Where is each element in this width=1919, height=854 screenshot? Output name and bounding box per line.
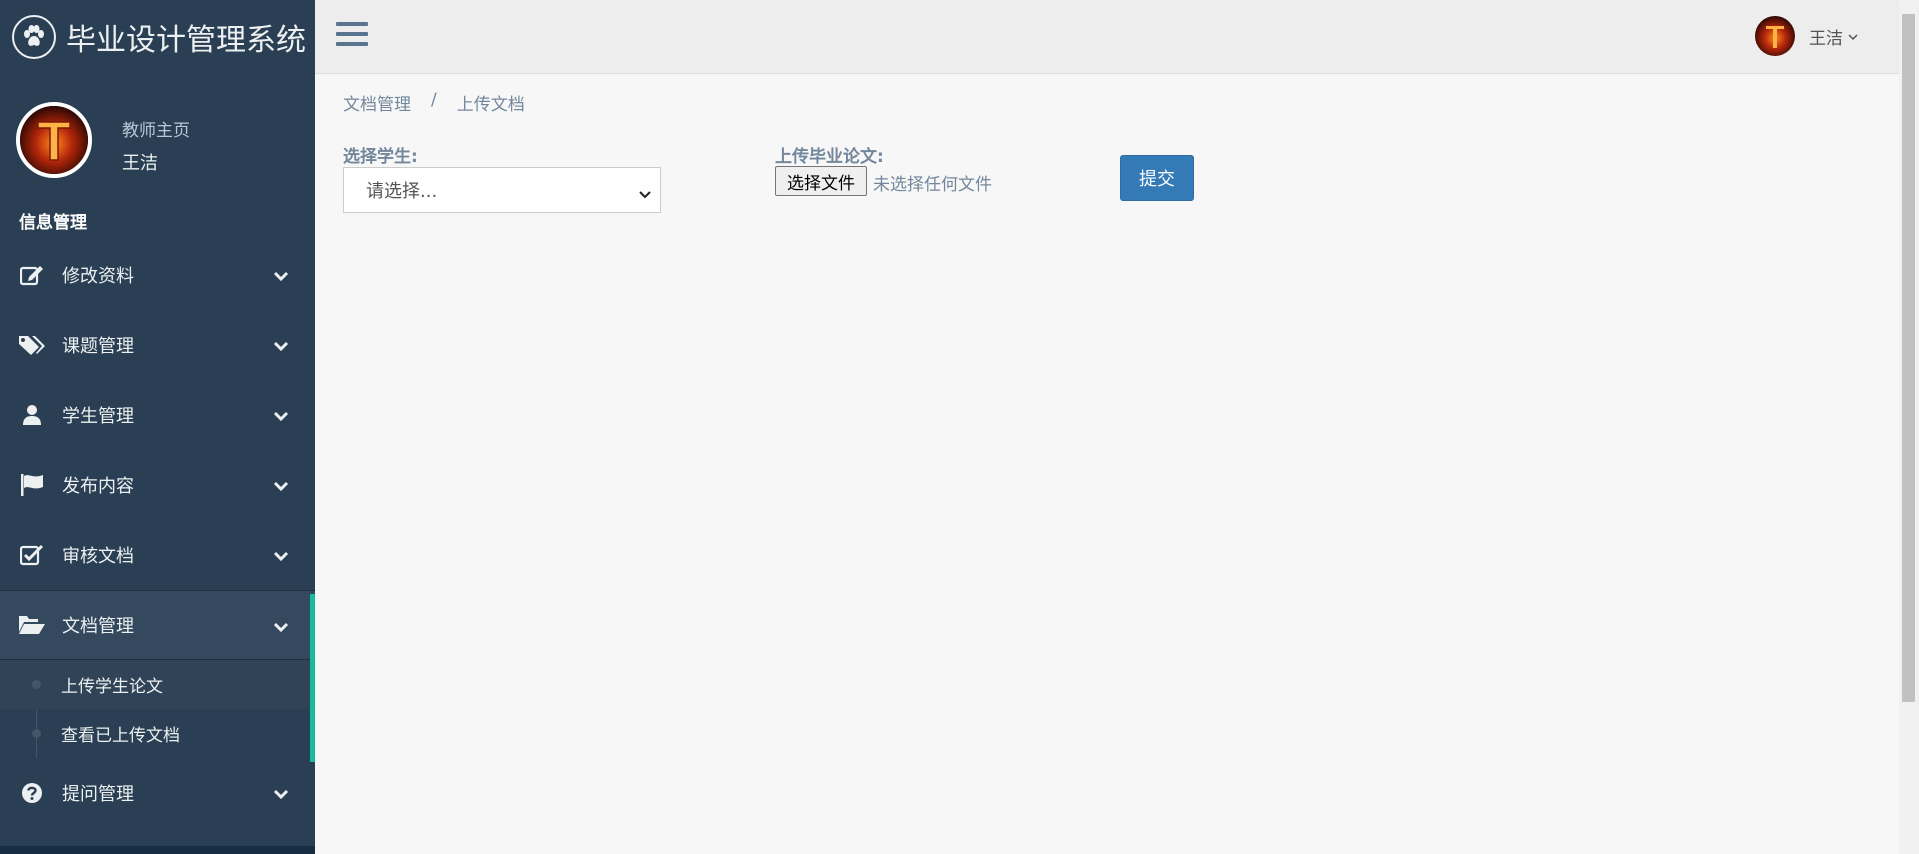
page-scrollbar[interactable]	[1899, 0, 1919, 854]
breadcrumb: 文档管理 / 上传文档	[343, 90, 525, 115]
chevron-down-icon	[273, 337, 289, 356]
breadcrumb-item-upload: 上传文档	[456, 95, 525, 115]
sidebar-item-questions[interactable]: 提问管理	[0, 758, 315, 828]
top-navbar: 王洁	[315, 0, 1899, 74]
check-square-icon	[18, 544, 46, 566]
sidebar-item-documents[interactable]: 文档管理	[0, 590, 315, 660]
sidebar-menu: 修改资料 课题管理 学生管理 发布内容 审核文档 文档管理 上传学生论文 查看已…	[0, 240, 315, 828]
sidebar-item-label: 修改资料	[62, 266, 134, 287]
submenu-item-label: 上传学生论文	[61, 677, 163, 697]
user-name: 王洁	[1809, 28, 1843, 49]
sidebar-item-label: 学生管理	[62, 406, 134, 427]
avatar	[16, 102, 92, 178]
thesis-upload-label: 上传毕业论文:	[775, 147, 884, 167]
submit-button[interactable]: 提交	[1120, 155, 1194, 201]
sidebar-item-label: 提问管理	[62, 784, 134, 805]
folder-open-icon	[18, 614, 46, 636]
sidebar-item-label: 发布内容	[62, 476, 134, 497]
student-select-label: 选择学生:	[343, 147, 418, 167]
choose-file-button[interactable]: 选择文件	[775, 166, 867, 196]
bullet-dot-icon	[32, 729, 41, 738]
app-title: 毕业设计管理系统	[66, 23, 306, 58]
user-menu[interactable]: 王洁	[1755, 16, 1859, 56]
chevron-down-icon	[273, 618, 289, 637]
sidebar-footer	[0, 846, 315, 854]
paw-icon	[12, 15, 56, 59]
bullet-dot-icon	[32, 680, 41, 689]
sidebar: 毕业设计管理系统 教师主页 王洁 信息管理 修改资料 课题管理 学生管理 发布内…	[0, 0, 315, 854]
user-icon	[18, 404, 46, 426]
sidebar-item-label: 文档管理	[62, 616, 134, 637]
tags-icon	[18, 334, 46, 356]
sidebar-item-review[interactable]: 审核文档	[0, 520, 315, 590]
chevron-down-icon	[638, 185, 652, 204]
question-circle-icon	[18, 782, 46, 804]
sidebar-item-label: 审核文档	[62, 546, 134, 567]
chevron-down-icon	[1847, 27, 1859, 46]
scrollbar-thumb[interactable]	[1902, 14, 1915, 702]
sidebar-item-students[interactable]: 学生管理	[0, 380, 315, 450]
breadcrumb-item-documents[interactable]: 文档管理	[343, 90, 411, 115]
active-indicator	[310, 594, 315, 762]
profile-card: 教师主页 王洁	[16, 102, 190, 178]
breadcrumb-separator: /	[431, 90, 437, 110]
sidebar-item-publish[interactable]: 发布内容	[0, 450, 315, 520]
sidebar-item-topics[interactable]: 课题管理	[0, 310, 315, 380]
profile-role: 教师主页	[122, 121, 190, 141]
flag-icon	[18, 473, 46, 497]
sidebar-item-label: 课题管理	[62, 336, 134, 357]
profile-name: 王洁	[122, 153, 158, 174]
sidebar-item-edit-profile[interactable]: 修改资料	[0, 240, 315, 310]
submenu-item-view-uploaded[interactable]: 查看已上传文档	[0, 709, 315, 758]
brand[interactable]: 毕业设计管理系统	[0, 0, 315, 74]
submenu-item-label: 查看已上传文档	[61, 726, 180, 746]
documents-submenu: 上传学生论文 查看已上传文档	[0, 660, 315, 758]
file-status-text: 未选择任何文件	[873, 175, 992, 195]
edit-icon	[18, 264, 46, 286]
chevron-down-icon	[273, 477, 289, 496]
chevron-down-icon	[273, 547, 289, 566]
sidebar-section-title: 信息管理	[19, 213, 87, 233]
chevron-down-icon	[273, 785, 289, 804]
chevron-down-icon	[273, 407, 289, 426]
menu-toggle-icon[interactable]	[336, 20, 368, 52]
avatar	[1755, 16, 1795, 56]
student-select[interactable]: 请选择...	[343, 167, 661, 213]
student-select-value: 请选择...	[366, 181, 438, 202]
submenu-item-upload-thesis[interactable]: 上传学生论文	[0, 660, 315, 709]
chevron-down-icon	[273, 267, 289, 286]
